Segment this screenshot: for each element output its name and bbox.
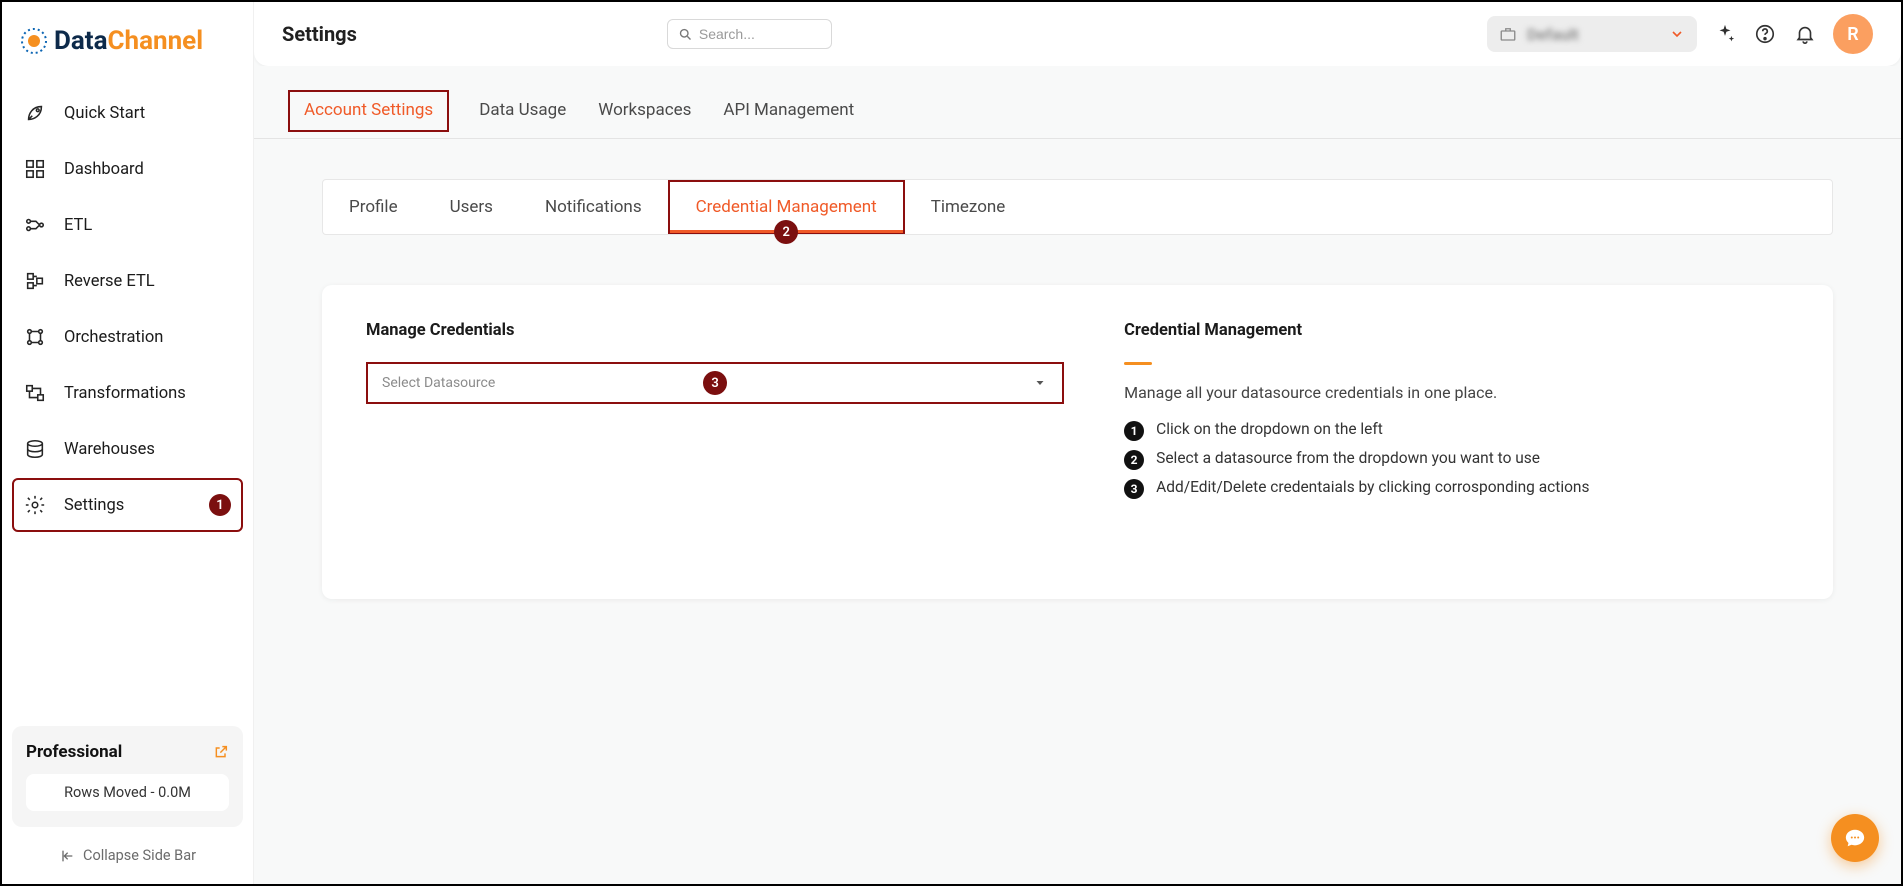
subtab-users[interactable]: Users <box>424 180 519 234</box>
sidebar-item-label: Settings <box>64 496 124 515</box>
search-input[interactable] <box>667 19 832 49</box>
workspace-name: Default <box>1527 25 1579 44</box>
main: Settings Default <box>254 2 1901 884</box>
logo[interactable]: DataChannel <box>12 18 243 86</box>
annotation-badge-3: 3 <box>703 371 727 395</box>
workspace-picker[interactable]: Default <box>1487 16 1697 52</box>
step-number: 1 <box>1124 421 1144 441</box>
chevron-down-icon <box>1669 26 1685 42</box>
sidebar-item-transformations[interactable]: Transformations <box>12 366 243 420</box>
step-number: 2 <box>1124 450 1144 470</box>
sidebar-item-warehouses[interactable]: Warehouses <box>12 422 243 476</box>
step-text: Select a datasource from the dropdown yo… <box>1156 449 1540 467</box>
tabs: Account Settings Data Usage Workspaces A… <box>254 66 1901 139</box>
sidebar-item-dashboard[interactable]: Dashboard <box>12 142 243 196</box>
manage-credentials-title: Manage Credentials <box>366 321 1064 340</box>
caret-down-icon <box>1034 377 1046 389</box>
annotation-badge-2: 2 <box>774 220 798 244</box>
tab-label: API Management <box>723 100 854 120</box>
briefcase-icon <box>1499 25 1517 43</box>
sidebar-item-label: Orchestration <box>64 328 163 347</box>
collapse-label: Collapse Side Bar <box>83 847 196 864</box>
inner-content: Profile Users Notifications Credential M… <box>254 139 1901 639</box>
tab-account-settings[interactable]: Account Settings <box>288 90 449 132</box>
credential-management-title: Credential Management <box>1124 321 1789 340</box>
step-text: Add/Edit/Delete credentaials by clicking… <box>1156 478 1589 496</box>
reverse-etl-icon <box>24 270 46 292</box>
tab-data-usage[interactable]: Data Usage <box>477 100 568 138</box>
page-title: Settings <box>282 22 357 46</box>
sidebar-item-label: Quick Start <box>64 104 145 123</box>
sidebar-item-label: Warehouses <box>64 440 155 459</box>
logo-text: DataChannel <box>54 26 203 56</box>
tab-label: Data Usage <box>479 100 566 120</box>
collapse-sidebar[interactable]: Collapse Side Bar <box>12 837 243 874</box>
search-icon <box>678 27 693 42</box>
sidebar-item-orchestration[interactable]: Orchestration <box>12 310 243 364</box>
rocket-icon <box>24 102 46 124</box>
title-underline <box>1124 362 1152 365</box>
select-placeholder: Select Datasource <box>382 375 495 391</box>
subtab-label: Timezone <box>931 197 1006 217</box>
credential-management-desc: Manage all your datasource credentials i… <box>1124 383 1789 402</box>
content-card: Manage Credentials Select Datasource 3 C… <box>322 285 1833 599</box>
sidebar-item-settings[interactable]: Settings 1 <box>12 478 243 532</box>
external-link-icon[interactable] <box>213 744 229 760</box>
avatar[interactable]: R <box>1833 14 1873 54</box>
topbar: Settings Default <box>254 2 1901 66</box>
help-icon[interactable] <box>1753 22 1777 46</box>
sidebar: DataChannel Quick Start Dashboard ET <box>2 2 254 884</box>
tab-api-management[interactable]: API Management <box>721 100 856 138</box>
step-item: 2 Select a datasource from the dropdown … <box>1124 449 1789 470</box>
subtab-credential-management[interactable]: Credential Management 2 <box>668 180 905 234</box>
datasource-select[interactable]: Select Datasource 3 <box>366 362 1064 404</box>
sidebar-item-label: Dashboard <box>64 160 144 179</box>
chat-fab[interactable] <box>1831 814 1879 862</box>
sidebar-item-etl[interactable]: ETL <box>12 198 243 252</box>
subtab-label: Users <box>450 197 493 217</box>
gear-icon <box>24 494 46 516</box>
etl-icon <box>24 214 46 236</box>
sidebar-item-label: Reverse ETL <box>64 272 155 291</box>
plan-name: Professional <box>26 742 122 762</box>
subtabs: Profile Users Notifications Credential M… <box>322 179 1833 235</box>
orchestration-icon <box>24 326 46 348</box>
dashboard-icon <box>24 158 46 180</box>
subtab-label: Profile <box>349 197 398 217</box>
annotation-badge-1: 1 <box>209 494 231 516</box>
sidebar-item-quick-start[interactable]: Quick Start <box>12 86 243 140</box>
subtab-notifications[interactable]: Notifications <box>519 180 668 234</box>
step-text: Click on the dropdown on the left <box>1156 420 1383 438</box>
subtab-label: Credential Management <box>696 197 877 217</box>
logo-mark-icon <box>20 27 48 55</box>
sidebar-item-reverse-etl[interactable]: Reverse ETL <box>12 254 243 308</box>
collapse-icon <box>59 848 75 864</box>
chat-icon <box>1844 827 1866 849</box>
rows-moved: Rows Moved - 0.0M <box>26 774 229 811</box>
tab-workspaces[interactable]: Workspaces <box>596 100 693 138</box>
subtab-label: Notifications <box>545 197 642 217</box>
tab-label: Workspaces <box>598 100 691 120</box>
step-number: 3 <box>1124 479 1144 499</box>
step-item: 1 Click on the dropdown on the left <box>1124 420 1789 441</box>
sparkle-icon[interactable] <box>1713 22 1737 46</box>
subtab-profile[interactable]: Profile <box>323 180 424 234</box>
sidebar-item-label: Transformations <box>64 384 186 403</box>
sidebar-nav: Quick Start Dashboard ETL Reverse ETL <box>12 86 243 532</box>
bell-icon[interactable] <box>1793 22 1817 46</box>
subtab-timezone[interactable]: Timezone <box>905 180 1032 234</box>
warehouse-icon <box>24 438 46 460</box>
plan-card: Professional Rows Moved - 0.0M <box>12 726 243 827</box>
transformations-icon <box>24 382 46 404</box>
sidebar-item-label: ETL <box>64 216 92 235</box>
tab-label: Account Settings <box>304 100 433 120</box>
steps-list: 1 Click on the dropdown on the left 2 Se… <box>1124 420 1789 499</box>
step-item: 3 Add/Edit/Delete credentaials by clicki… <box>1124 478 1789 499</box>
search-field[interactable] <box>699 26 821 42</box>
